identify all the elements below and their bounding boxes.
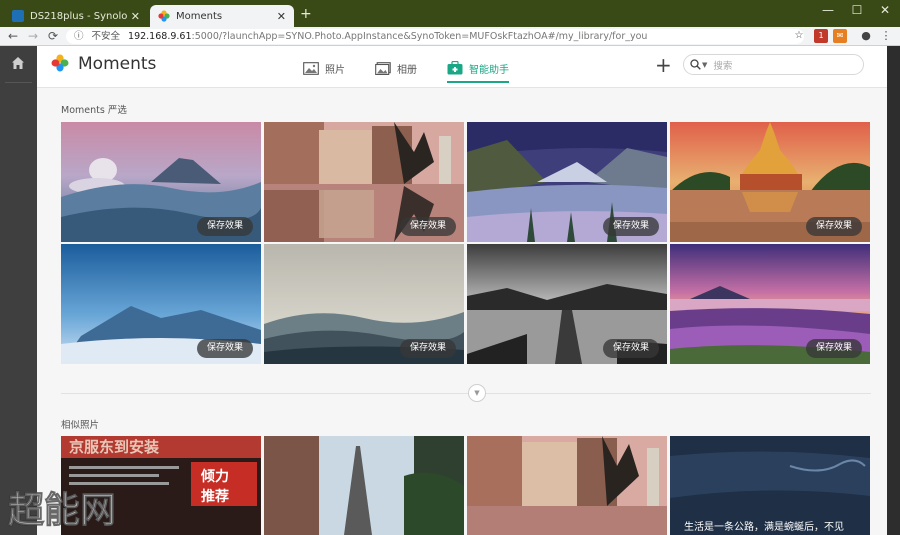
divider [61,393,871,394]
minimize-button[interactable]: — [814,3,842,17]
dsm-icon [12,10,24,22]
extension-icon-2[interactable]: ✉ [833,29,847,43]
photo-tile-pagoda[interactable]: 保存效果 [670,122,870,242]
divider [5,82,32,83]
browser-tab-bar: DS218plus - Synology DiskSta ✕ Moments ✕… [0,0,900,27]
assistant-icon [447,61,463,75]
url-field[interactable]: ⓘ 不安全 192.168.9.61:5000/?launchApp=SYNO.Ph… [66,29,804,44]
url-path: :5000/?launchApp=SYNO.Photo.AppInstance&… [191,31,648,42]
close-icon[interactable]: ✕ [277,10,286,23]
security-label: 不安全 [91,31,121,42]
search-input[interactable]: 搜索 [713,58,732,72]
watermark-text: 超能网 [8,490,116,531]
save-effect-button[interactable]: 保存效果 [805,217,862,236]
app-header: Moments 照片 相册 智能助手 + ▼ 搜索 [37,46,887,88]
tab-moments[interactable]: Moments ✕ [150,5,294,27]
info-icon[interactable]: ⓘ [74,31,84,42]
maximize-button[interactable]: ☐ [843,3,871,17]
tab-assistant[interactable]: 智能助手 [447,57,509,83]
photo-tile-volcano[interactable]: 保存效果 [61,122,261,242]
bookmark-star-icon[interactable]: ☆ [792,29,806,43]
forward-button[interactable]: → [24,28,42,45]
save-effect-button[interactable]: 保存效果 [805,339,862,358]
photo-caption: 生活是一条公路，满是蜿蜒后，不见 [684,522,844,533]
site-watermark: 超能网 [8,490,117,532]
app-title: Moments [78,54,157,74]
photo-tile-blue-mountains[interactable]: 保存效果 [61,244,261,364]
add-button[interactable]: + [655,53,672,77]
photo-canal-street [467,436,667,535]
save-effect-button[interactable]: 保存效果 [399,217,456,236]
photo-tile-eiffel[interactable] [264,436,464,535]
photo-tile-canal[interactable]: 保存效果 [264,122,464,242]
reload-button[interactable]: ⟳ [44,28,62,45]
menu-icon[interactable]: ⋮ [879,29,893,43]
tab-label: 照片 [325,64,345,76]
search-icon [690,59,701,70]
search-box[interactable]: ▼ 搜索 [683,54,864,75]
extension-icon[interactable]: 1 [814,29,828,43]
home-icon[interactable] [11,56,25,70]
tab-label: 相册 [397,64,417,76]
tab-dsm[interactable]: DS218plus - Synology DiskSta ✕ [4,5,148,27]
poster-text: 倾力 [201,469,229,485]
photo-tile-valley[interactable]: 保存效果 [467,122,667,242]
save-effect-button[interactable]: 保存效果 [602,339,659,358]
section-title-similar: 相似照片 [61,420,100,431]
new-tab-button[interactable]: + [300,6,312,22]
poster-top-text: 京服东到安装 [69,438,160,456]
tab-photos[interactable]: 照片 [303,57,345,79]
chevron-down-icon[interactable]: ▼ [702,61,707,69]
photo-tile-lake-road[interactable]: 保存效果 [467,244,667,364]
extension-badge: 1 [818,31,824,40]
dsm-sidebar [0,46,37,535]
tab-title: Moments [176,10,223,22]
moments-app: Moments 照片 相册 智能助手 + ▼ 搜索 Moments 严选 保存效… [37,46,887,535]
save-effect-button[interactable]: 保存效果 [602,217,659,236]
photo-tile-lavender[interactable]: 保存效果 [670,244,870,364]
save-effect-button[interactable]: 保存效果 [196,217,253,236]
tab-label: 智能助手 [469,64,509,76]
section-title-curated: Moments 严选 [61,105,127,116]
tab-title: DS218plus - Synology DiskSta [30,10,127,22]
album-icon [375,61,391,75]
save-effect-button[interactable]: 保存效果 [399,339,456,358]
photo-tile-road-quote[interactable]: 生活是一条公路，满是蜿蜒后，不见 [670,436,870,535]
account-icon[interactable]: ● [859,29,873,43]
save-effect-button[interactable]: 保存效果 [196,339,253,358]
back-button[interactable]: ← [4,28,22,45]
address-bar: ← → ⟳ ⓘ 不安全 192.168.9.61:5000/?launchApp=S… [0,27,900,46]
chevron-down-icon: ▼ [474,389,480,397]
poster-text: 推荐 [201,489,229,505]
photo-tile-canal-street[interactable] [467,436,667,535]
expand-button[interactable]: ▼ [468,384,486,402]
close-icon[interactable]: ✕ [131,10,140,23]
photo-icon [303,61,319,75]
photo-eiffel-tower [264,436,464,535]
window-close-button[interactable]: ✕ [871,3,899,17]
moments-logo-icon [51,54,69,72]
scrollbar[interactable] [887,46,900,535]
url-host: 192.168.9.61 [128,31,192,42]
photo-tile-misty[interactable]: 保存效果 [264,244,464,364]
moments-icon [158,10,170,22]
tab-albums[interactable]: 相册 [375,57,417,79]
